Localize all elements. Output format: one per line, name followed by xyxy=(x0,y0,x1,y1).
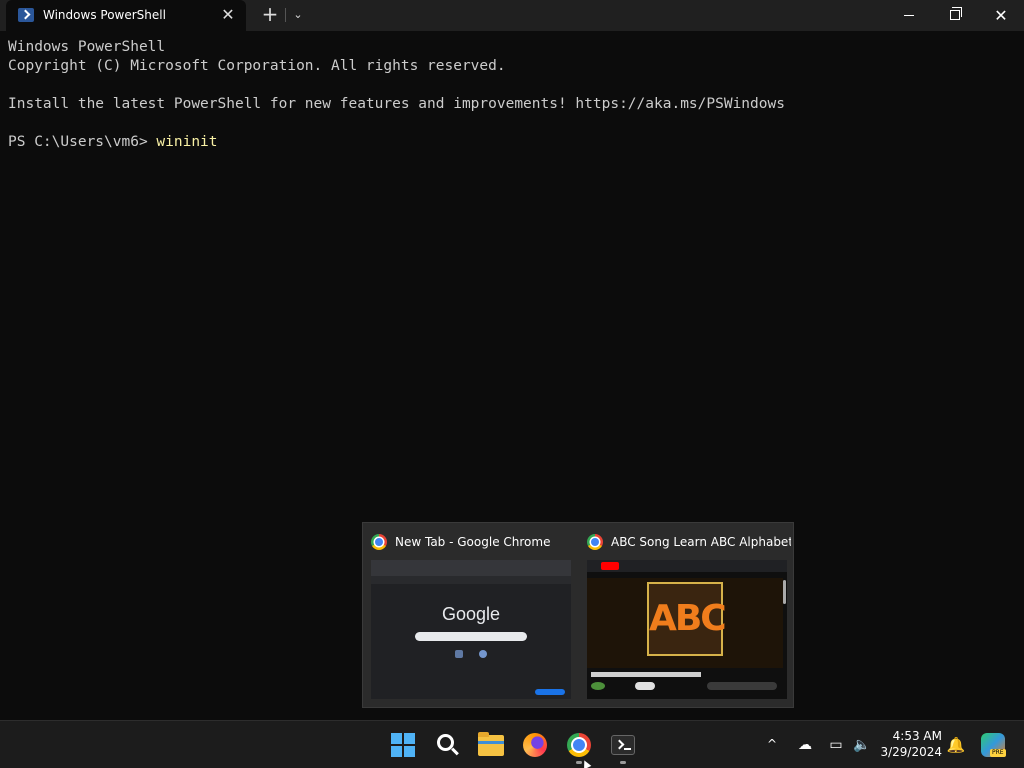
preview-add-shortcut-icon xyxy=(479,650,487,658)
preview-scrollbar xyxy=(783,580,786,604)
thumbnail-abc-song[interactable]: ABC Song Learn ABC Alphabet ... ABC xyxy=(579,523,795,709)
abc-video-frame: ABC xyxy=(647,582,727,656)
close-button[interactable]: ✕ xyxy=(978,0,1024,31)
abc-text: ABC xyxy=(649,598,727,639)
restore-icon xyxy=(950,7,962,20)
chrome-icon xyxy=(567,733,591,757)
terminal-output[interactable]: Windows PowerShell Copyright (C) Microso… xyxy=(8,38,1016,152)
taskbar: ^ ☁ ▭ 🔈 4:53 AM 3/29/2024 🔔 PRE xyxy=(0,720,1024,768)
firefox-icon xyxy=(523,733,547,757)
title-bar: Windows PowerShell ✕ + ⌄ ✕ xyxy=(0,0,1024,31)
show-hidden-icons-button[interactable]: ^ xyxy=(763,735,781,753)
youtube-preview: ABC xyxy=(587,560,787,699)
terminal-button[interactable] xyxy=(607,729,639,761)
firefox-button[interactable] xyxy=(519,729,551,761)
folder-icon xyxy=(478,732,504,756)
powershell-icon xyxy=(18,8,34,22)
preview-shortcut-icon xyxy=(455,650,463,658)
google-logo: Google xyxy=(441,604,501,624)
preview-channel-avatar xyxy=(591,682,605,690)
tab-close-button[interactable]: ✕ xyxy=(219,5,237,25)
chrome-icon xyxy=(371,534,387,550)
preview-subscribe-button xyxy=(635,682,655,690)
terminal-icon xyxy=(611,735,635,755)
tab-dropdown-button[interactable]: ⌄ xyxy=(290,6,306,24)
clock-date: 3/29/2024 xyxy=(880,745,942,759)
clock-time: 4:53 AM xyxy=(892,729,942,743)
maximize-button[interactable] xyxy=(932,0,978,31)
prompt-text: PS C:\Users\vm6> xyxy=(8,134,157,150)
onedrive-offline-icon[interactable]: ☁ xyxy=(795,735,815,755)
new-tab-preview: Google xyxy=(371,560,571,699)
copilot-preview-badge: PRE xyxy=(990,749,1006,757)
clock[interactable]: 4:53 AM 3/29/2024 xyxy=(872,728,942,760)
volume-muted-icon[interactable]: 🔈 xyxy=(852,735,872,755)
chrome-thumbnail-popup: New Tab - Google Chrome Google ABC Song … xyxy=(362,522,794,708)
running-indicator xyxy=(620,761,626,764)
preview-video-player: ABC xyxy=(587,578,783,668)
new-tab-button[interactable]: + xyxy=(260,4,280,26)
preview-search-box xyxy=(415,632,527,641)
preview-actions xyxy=(707,682,777,690)
thumbnail-new-tab[interactable]: New Tab - Google Chrome Google xyxy=(363,523,579,709)
tab-windows-powershell[interactable]: Windows PowerShell ✕ xyxy=(6,0,246,31)
terminal-line: Install the latest PowerShell for new fe… xyxy=(8,96,785,112)
search-icon-handle xyxy=(451,747,459,756)
thumbnail-title: New Tab - Google Chrome xyxy=(395,535,551,549)
terminal-line: Windows PowerShell xyxy=(8,39,166,55)
preview-video-title xyxy=(591,672,701,677)
terminal-line: Copyright (C) Microsoft Corporation. All… xyxy=(8,58,506,74)
preview-customize-button xyxy=(535,689,565,695)
minimize-button[interactable] xyxy=(886,0,932,31)
notification-bell-icon[interactable]: 🔔 xyxy=(946,735,966,755)
network-icon[interactable]: ▭ xyxy=(826,735,846,755)
windows-logo-icon xyxy=(391,733,415,757)
start-button[interactable] xyxy=(387,729,419,761)
command-text: wininit xyxy=(156,134,218,150)
prompt-line[interactable]: PS C:\Users\vm6> wininit xyxy=(8,133,1016,152)
chrome-icon xyxy=(587,534,603,550)
youtube-logo-icon xyxy=(601,562,619,570)
thumbnail-header: ABC Song Learn ABC Alphabet ... xyxy=(587,534,791,550)
tab-separator xyxy=(285,8,286,22)
thumbnail-title: ABC Song Learn ABC Alphabet ... xyxy=(611,535,791,549)
preview-toolbar xyxy=(371,576,571,584)
preview-tabstrip xyxy=(371,560,571,576)
minimize-icon xyxy=(904,14,914,16)
file-explorer-button[interactable] xyxy=(475,729,507,761)
tab-title: Windows PowerShell xyxy=(43,8,166,22)
thumbnail-header: New Tab - Google Chrome xyxy=(371,534,575,550)
search-button[interactable] xyxy=(431,729,463,761)
chrome-button[interactable] xyxy=(563,729,595,761)
